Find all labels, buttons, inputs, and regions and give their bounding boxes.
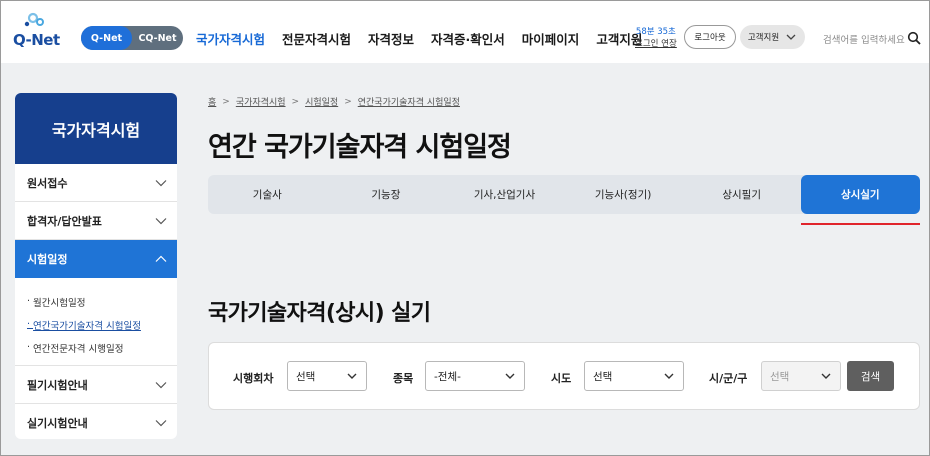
side-nav-item-practical-guide[interactable]: 실기시험안내 <box>15 404 177 439</box>
search-icon[interactable] <box>907 31 921 45</box>
session-timer: 58분 35초 로그인 연장 <box>635 26 677 50</box>
side-nav: 국가자격시험 원서접수 합격자/답안발표 시험일정 · 월간시험일정 · 연간국… <box>15 93 177 439</box>
category-select-value: -전체- <box>434 370 461 383</box>
chevron-down-icon <box>155 381 167 388</box>
gnb-item-qualification-info[interactable]: 자격정보 <box>368 29 414 48</box>
tab-ongoing-written[interactable]: 상시필기 <box>682 175 801 214</box>
round-label: 시행회차 <box>233 372 274 385</box>
session-time: 58분 35초 <box>635 27 676 37</box>
site-toggle-cqnet[interactable]: CQ-Net <box>132 26 183 50</box>
customer-support-label: 고객지원 <box>747 33 780 43</box>
side-nav-submenu: · 월간시험일정 · 연간국가기술자격 시험일정 · 연간전문자격 시행일정 <box>15 278 177 366</box>
side-nav-item-label: 실기시험안내 <box>27 416 88 430</box>
round-select[interactable]: 선택 <box>287 361 367 391</box>
global-nav: 국가자격시험 전문자격시험 자격정보 자격증·확인서 마이페이지 고객지원 <box>196 29 659 48</box>
side-nav-sub-annual-technical[interactable]: · 연간국가기술자격 시험일정 <box>27 313 177 336</box>
chevron-up-icon <box>155 255 167 262</box>
search-button[interactable]: 검색 <box>847 361 894 391</box>
page-title: 연간 국가기술자격 시험일정 <box>208 132 512 163</box>
gnb-item-national-exam[interactable]: 국가자격시험 <box>196 29 265 48</box>
side-nav-item-label: 원서접수 <box>27 176 68 190</box>
city-select-value: 선택 <box>770 370 790 383</box>
breadcrumb-separator-icon: > <box>222 96 230 107</box>
customer-support-dropdown[interactable]: 고객지원 <box>740 25 805 49</box>
logo-text[interactable]: Q-Net <box>13 31 60 49</box>
chevron-down-icon <box>786 34 796 40</box>
session-extend-link[interactable]: 로그인 연장 <box>635 38 677 50</box>
chevron-down-icon <box>155 179 167 186</box>
side-nav-item-results[interactable]: 합격자/답안발표 <box>15 202 177 240</box>
exam-type-tabs: 기술사 기능장 기사,산업기사 기능사(정기) 상시필기 상시실기 <box>208 175 920 214</box>
tab-master-craftsman[interactable]: 기능장 <box>327 175 446 214</box>
province-select[interactable]: 선택 <box>584 361 684 391</box>
site-toggle[interactable]: Q-Net CQ-Net <box>81 26 183 50</box>
chevron-down-icon <box>664 373 674 379</box>
city-label: 시/군/구 <box>709 372 748 385</box>
main-content: 홈 > 국가자격시험 > 시험일정 > 연간국가기술자격 시험일정 연간 국가기… <box>208 63 920 455</box>
city-select[interactable]: 선택 <box>761 361 841 391</box>
side-nav-item-label: 합격자/답안발표 <box>27 214 102 228</box>
side-nav-item-application[interactable]: 원서접수 <box>15 164 177 202</box>
site-toggle-qnet[interactable]: Q-Net <box>81 26 132 50</box>
tab-craftsman-regular[interactable]: 기능사(정기) <box>564 175 683 214</box>
province-label: 시도 <box>551 372 572 385</box>
gnb-item-professional-exam[interactable]: 전문자격시험 <box>282 29 351 48</box>
category-label: 종목 <box>393 372 414 385</box>
side-nav-item-label: 시험일정 <box>27 253 68 266</box>
section-title: 국가기술자격(상시) 실기 <box>208 301 431 326</box>
chevron-down-icon <box>155 217 167 224</box>
round-select-value: 선택 <box>296 370 316 383</box>
gnb-item-certificate[interactable]: 자격증·확인서 <box>431 29 505 48</box>
tab-ongoing-practical[interactable]: 상시실기 <box>800 175 920 214</box>
gnb-item-mypage[interactable]: 마이페이지 <box>522 29 580 48</box>
chevron-down-icon <box>505 373 515 379</box>
active-tab-underline <box>801 223 920 225</box>
logout-button[interactable]: 로그아웃 <box>684 25 736 49</box>
chevron-down-icon <box>347 373 357 379</box>
chevron-down-icon <box>821 373 831 379</box>
breadcrumb-current[interactable]: 연간국가기술자격 시험일정 <box>358 95 460 108</box>
breadcrumb-separator-icon: > <box>291 96 300 107</box>
side-nav-title: 국가자격시험 <box>15 93 177 164</box>
search-filter-box: 시행회차 선택 종목 -전체- 시도 선택 시/군/구 선택 검색 <box>208 342 920 410</box>
side-nav-sub-annual-professional[interactable]: · 연간전문자격 시행일정 <box>27 336 177 359</box>
province-select-value: 선택 <box>593 370 613 383</box>
tab-professional-engineer[interactable]: 기술사 <box>208 175 327 214</box>
side-nav-item-label: 필기시험안내 <box>27 378 88 392</box>
site-header: Q-Net Q-Net CQ-Net 국가자격시험 전문자격시험 자격정보 자격… <box>1 1 929 63</box>
tab-engineer[interactable]: 기사,산업기사 <box>445 175 564 214</box>
breadcrumb-separator-icon: > <box>344 96 352 107</box>
breadcrumb-home[interactable]: 홈 <box>208 95 216 108</box>
breadcrumb-schedule[interactable]: 시험일정 <box>305 95 338 108</box>
chevron-down-icon <box>155 419 167 426</box>
breadcrumb-national-exam[interactable]: 국가자격시험 <box>236 95 286 108</box>
category-select[interactable]: -전체- <box>425 361 525 391</box>
side-nav-item-written-guide[interactable]: 필기시험안내 <box>15 366 177 404</box>
side-nav-item-schedule[interactable]: 시험일정 <box>15 240 177 278</box>
search-input[interactable]: 검색어를 입력하세요 <box>823 32 905 46</box>
browser-frame: Q-Net Q-Net CQ-Net 국가자격시험 전문자격시험 자격정보 자격… <box>0 0 930 456</box>
side-nav-sub-monthly[interactable]: · 월간시험일정 <box>27 290 177 313</box>
breadcrumb: 홈 > 국가자격시험 > 시험일정 > 연간국가기술자격 시험일정 <box>208 95 460 109</box>
